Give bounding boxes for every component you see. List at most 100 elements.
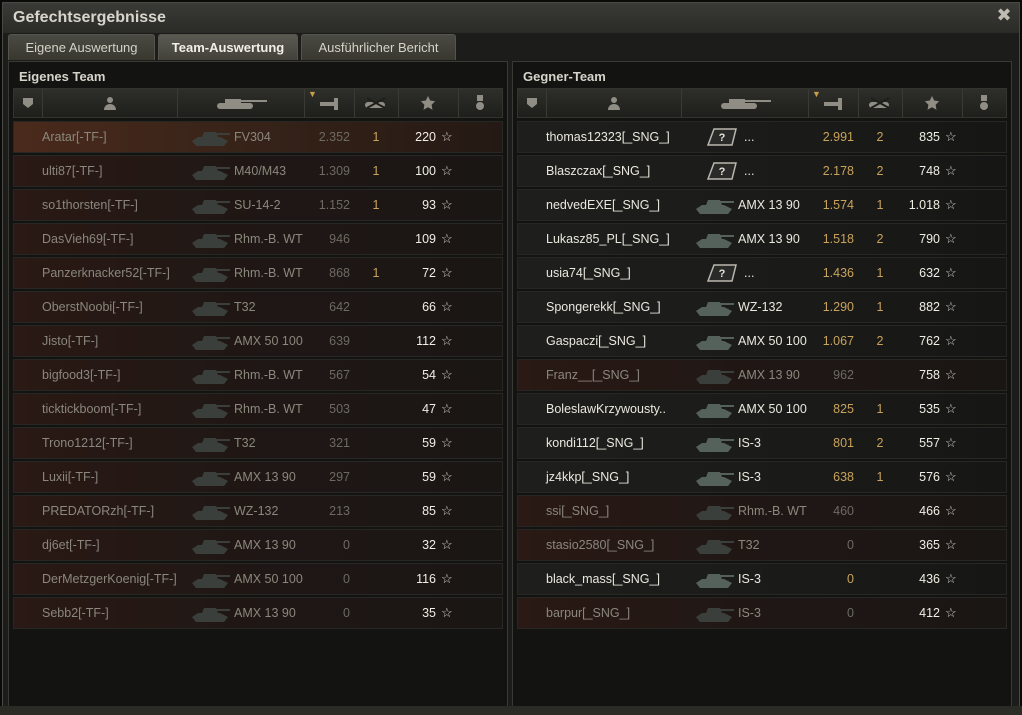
damage-icon[interactable]: ▼ — [304, 89, 355, 117]
player-row[interactable]: DasVieh69[-TF-] Rhm.-B. WT 946 109 ☆ — [13, 223, 503, 255]
player-icon[interactable] — [546, 89, 682, 117]
unknown-tank-icon: ? — [704, 261, 740, 285]
xp-star-icon: ☆ — [945, 605, 957, 620]
player-row[interactable]: Blaszczax[_SNG_]?... 2.178 2 748 ☆ — [517, 155, 1007, 187]
own-team-title: Eigenes Team — [19, 69, 106, 84]
tank-icon — [190, 125, 230, 149]
tab-own-evaluation[interactable]: Eigene Auswertung — [8, 34, 155, 60]
kills-icon[interactable] — [354, 89, 399, 117]
squad-icon[interactable] — [518, 89, 547, 117]
player-row[interactable]: stasio2580[_SNG_] T32 0 365 ☆ — [517, 529, 1007, 561]
xp-value: 436 — [919, 572, 940, 586]
player-row[interactable]: OberstNoobi[-TF-] T32 642 66 ☆ — [13, 291, 503, 323]
player-name: Franz__[_SNG_] — [546, 368, 640, 382]
player-row[interactable]: ulti87[-TF-] M40/M43 1.309 1 100 ☆ — [13, 155, 503, 187]
player-row[interactable]: ssi[_SNG_] Rhm.-B. WT 460 466 ☆ — [517, 495, 1007, 527]
player-row[interactable]: Aratar[-TF-] FV304 2.352 1 220 ☆ — [13, 121, 503, 153]
xp-value: 412 — [919, 606, 940, 620]
xp-star-icon: ☆ — [945, 231, 957, 246]
damage-value: 638 — [833, 470, 854, 484]
player-row[interactable]: Spongerekk[_SNG_] WZ-132 1.290 1 882 ☆ — [517, 291, 1007, 323]
player-name: black_mass[_SNG_] — [546, 572, 660, 586]
damage-value: 0 — [343, 572, 350, 586]
enemy-team-column-headers: ▼ — [517, 88, 1007, 118]
tank-icon — [694, 567, 734, 591]
medal-icon[interactable] — [962, 89, 1006, 117]
player-row[interactable]: Jisto[-TF-] AMX 50 100 639 112 ☆ — [13, 325, 503, 357]
xp-star-icon[interactable] — [902, 89, 963, 117]
player-row[interactable]: jz4kkp[_SNG_] IS-3 638 1 576 ☆ — [517, 461, 1007, 493]
player-row[interactable]: thomas12323[_SNG_]?... 2.991 2 835 ☆ — [517, 121, 1007, 153]
player-row[interactable]: Sebb2[-TF-] AMX 13 90 0 35 ☆ — [13, 597, 503, 629]
player-row[interactable]: dj6et[-TF-] AMX 13 90 0 32 ☆ — [13, 529, 503, 561]
player-row[interactable]: Lukasz85_PL[_SNG_] AMX 13 90 1.518 2 790 ☆ — [517, 223, 1007, 255]
xp-star-icon: ☆ — [945, 537, 957, 552]
tank-name: Rhm.-B. WT — [234, 232, 303, 246]
tank-icon — [190, 227, 230, 251]
xp-star-icon: ☆ — [441, 537, 453, 552]
player-row[interactable]: Panzerknacker52[-TF-] Rhm.-B. WT 868 1 72 ☆ — [13, 257, 503, 289]
xp-star-icon: ☆ — [441, 401, 453, 416]
player-row[interactable]: ticktickboom[-TF-] Rhm.-B. WT 503 47 ☆ — [13, 393, 503, 425]
xp-value: 762 — [919, 334, 940, 348]
tank-name: AMX 13 90 — [234, 470, 296, 484]
player-name: ticktickboom[-TF-] — [42, 402, 142, 416]
kills-value: 2 — [876, 334, 884, 348]
damage-value: 503 — [329, 402, 350, 416]
xp-star-icon[interactable] — [398, 89, 459, 117]
damage-value: 868 — [329, 266, 350, 280]
xp-value: 748 — [919, 164, 940, 178]
tank-icon — [694, 329, 734, 353]
medal-icon[interactable] — [458, 89, 502, 117]
tank-name: IS-3 — [738, 572, 761, 586]
xp-value: 632 — [919, 266, 940, 280]
player-name: ssi[_SNG_] — [546, 504, 610, 518]
damage-value: 1.067 — [822, 334, 854, 348]
close-icon[interactable]: ✖ — [995, 6, 1013, 24]
player-name: kondi112[_SNG_] — [546, 436, 644, 450]
player-icon[interactable] — [42, 89, 178, 117]
player-row[interactable]: Gaspaczi[_SNG_] AMX 50 100 1.067 2 762 ☆ — [517, 325, 1007, 357]
player-name: jz4kkp[_SNG_] — [546, 470, 630, 484]
player-row[interactable]: Trono1212[-TF-] T32 321 59 ☆ — [13, 427, 503, 459]
title-bar: Gefechtsergebnisse ✖ — [3, 3, 1019, 33]
tank-icon — [694, 193, 734, 217]
player-row[interactable]: usia74[_SNG_]?... 1.436 1 632 ☆ — [517, 257, 1007, 289]
xp-star-icon: ☆ — [441, 333, 453, 348]
xp-star-icon: ☆ — [441, 503, 453, 518]
player-row[interactable]: bigfood3[-TF-] Rhm.-B. WT 567 54 ☆ — [13, 359, 503, 391]
xp-star-icon: ☆ — [945, 571, 957, 586]
tank-icon — [694, 431, 734, 455]
player-row[interactable]: so1thorsten[-TF-] SU-14-2 1.152 1 93 ☆ — [13, 189, 503, 221]
player-row[interactable]: nedvedEXE[_SNG_] AMX 13 90 1.574 1 1.018 ☆ — [517, 189, 1007, 221]
xp-value: 100 — [415, 164, 436, 178]
tab-team-evaluation[interactable]: Team-Auswertung — [158, 34, 298, 60]
kills-icon[interactable] — [858, 89, 903, 117]
player-row[interactable]: BoleslawKrzywousty.. AMX 50 100 825 1 535 ☆ — [517, 393, 1007, 425]
tank-icon[interactable] — [681, 89, 809, 117]
player-row[interactable]: PREDATORzh[-TF-] WZ-132 213 85 ☆ — [13, 495, 503, 527]
damage-icon[interactable]: ▼ — [808, 89, 859, 117]
xp-value: 72 — [422, 266, 436, 280]
svg-text:?: ? — [719, 132, 726, 144]
damage-value: 321 — [329, 436, 350, 450]
player-row[interactable]: barpur[_SNG_] IS-3 0 412 ☆ — [517, 597, 1007, 629]
tab-detailed-report[interactable]: Ausführlicher Bericht — [301, 34, 456, 60]
squad-icon[interactable] — [14, 89, 43, 117]
tank-name: Rhm.-B. WT — [234, 266, 303, 280]
tank-icon[interactable] — [177, 89, 305, 117]
tank-name: FV304 — [234, 130, 271, 144]
kills-value: 1 — [876, 266, 884, 280]
player-row[interactable]: kondi112[_SNG_] IS-3 801 2 557 ☆ — [517, 427, 1007, 459]
player-row[interactable]: Luxii[-TF-] AMX 13 90 297 59 ☆ — [13, 461, 503, 493]
player-name: DasVieh69[-TF-] — [42, 232, 134, 246]
player-row[interactable]: black_mass[_SNG_] IS-3 0 436 ☆ — [517, 563, 1007, 595]
player-row[interactable]: Franz__[_SNG_] AMX 13 90 962 758 ☆ — [517, 359, 1007, 391]
tank-name: T32 — [738, 538, 760, 552]
enemy-team-title: Gegner-Team — [523, 69, 606, 84]
xp-star-icon: ☆ — [945, 197, 957, 212]
tank-icon — [190, 329, 230, 353]
player-name: Sebb2[-TF-] — [42, 606, 109, 620]
xp-value: 47 — [422, 402, 436, 416]
player-row[interactable]: DerMetzgerKoenig[-TF-] AMX 50 100 0 116 ☆ — [13, 563, 503, 595]
